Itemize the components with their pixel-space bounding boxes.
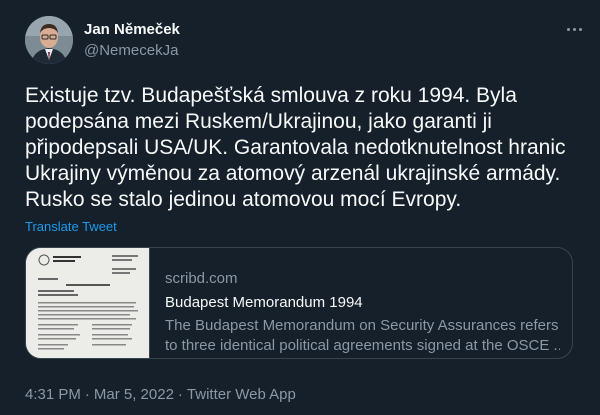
card-description-line: to three identical political agreements …	[165, 337, 560, 354]
card-content: scribd.com Budapest Memorandum 1994 The …	[165, 269, 560, 356]
more-options-icon[interactable]	[562, 19, 586, 39]
tweet-time[interactable]: 4:31 PM	[25, 386, 81, 403]
document-preview-image	[26, 248, 149, 358]
card-thumbnail	[26, 248, 150, 358]
card-domain: scribd.com	[165, 270, 238, 287]
tweet-date[interactable]: Mar 5, 2022	[94, 386, 174, 403]
card-title: Budapest Memorandum 1994	[165, 294, 363, 311]
author-handle[interactable]: @NemecekJa	[84, 41, 180, 61]
tweet-text: Existuje tzv. Budapešťská smlouva z roku…	[25, 84, 566, 211]
avatar-image	[25, 16, 73, 64]
card-description-line: The Budapest Memorandum on Security Assu…	[165, 317, 559, 334]
tweet-source[interactable]: Twitter Web App	[187, 386, 296, 403]
separator: ·	[177, 386, 183, 403]
tweet-metadata: 4:31 PM · Mar 5, 2022 · Twitter Web App	[25, 386, 296, 403]
separator: ·	[84, 386, 90, 403]
translate-tweet-link[interactable]: Translate Tweet	[25, 219, 117, 234]
author-name[interactable]: Jan Němeček	[84, 20, 180, 40]
avatar[interactable]	[25, 16, 73, 64]
author-info: Jan Němeček @NemecekJa	[84, 20, 180, 61]
link-card[interactable]: scribd.com Budapest Memorandum 1994 The …	[25, 247, 573, 359]
card-description: The Budapest Memorandum on Security Assu…	[165, 316, 560, 356]
